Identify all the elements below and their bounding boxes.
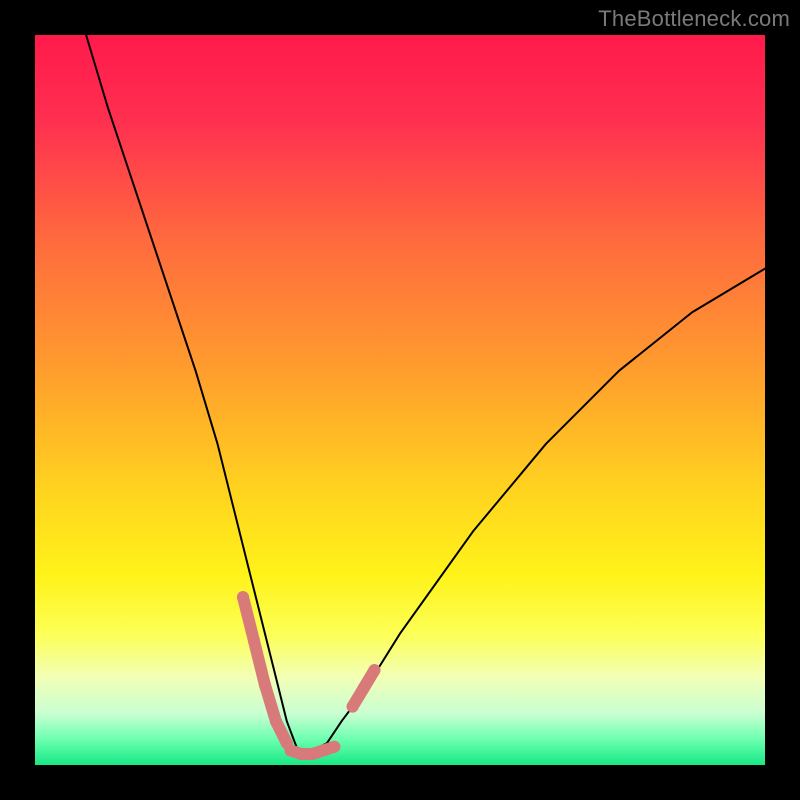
highlight-segment bbox=[254, 641, 265, 685]
plot-area bbox=[35, 35, 765, 765]
highlight-segment bbox=[243, 597, 254, 641]
highlight-markers bbox=[237, 591, 381, 760]
chart-frame: TheBottleneck.com bbox=[0, 0, 800, 800]
highlight-segment bbox=[276, 721, 287, 743]
curve-layer bbox=[35, 35, 765, 765]
highlight-segment bbox=[323, 747, 334, 751]
bottleneck-curve bbox=[86, 35, 765, 750]
watermark-text: TheBottleneck.com bbox=[598, 6, 790, 32]
highlight-segment bbox=[364, 670, 375, 688]
